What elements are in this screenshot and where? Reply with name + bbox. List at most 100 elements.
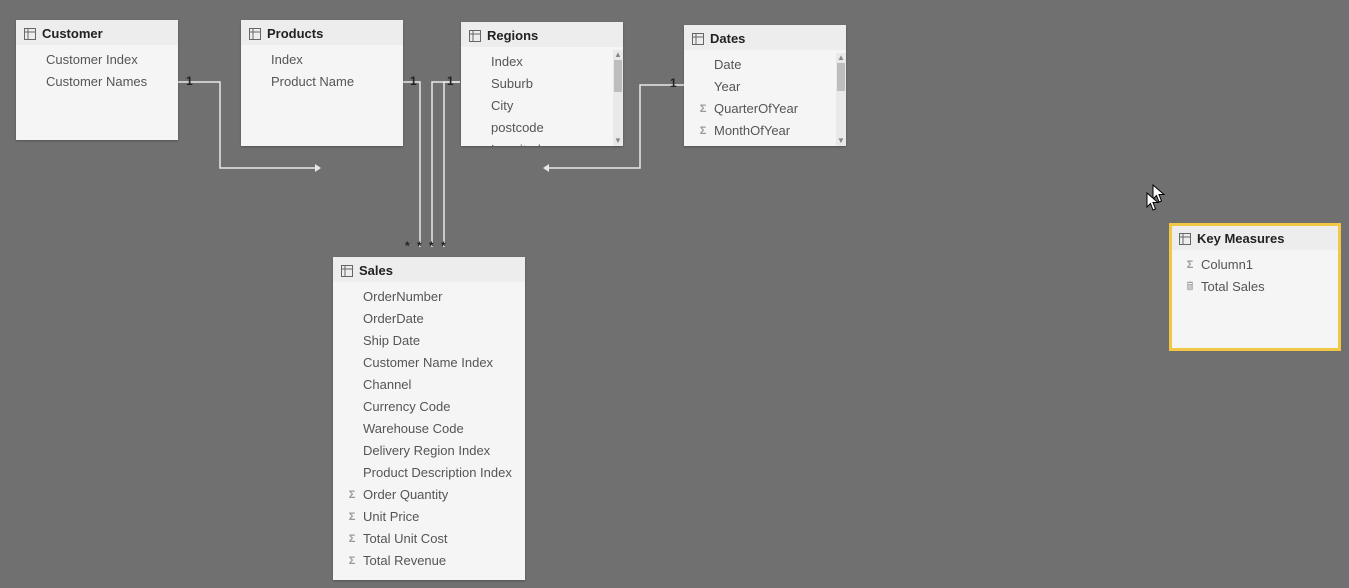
field-row[interactable]: Channel <box>333 374 525 396</box>
field-label: MonthOfYear <box>714 122 790 140</box>
field-label: Column1 <box>1201 256 1253 274</box>
field-row[interactable]: Suburb <box>461 73 623 95</box>
field-label: Unit Price <box>363 508 419 526</box>
table-sales[interactable]: Sales OrderNumber OrderDate Ship Date Custo… <box>333 257 525 580</box>
field-label: Total Revenue <box>363 552 446 570</box>
scroll-track[interactable] <box>836 63 846 136</box>
table-icon <box>341 265 353 277</box>
field-list: DateYearΣQuarterOfYearΣMonthOfYearMonthN… <box>684 50 846 146</box>
table-icon <box>249 28 261 40</box>
field-label: Customer Index <box>46 51 138 69</box>
table-header[interactable]: Customer <box>16 20 178 45</box>
cardinality-one: 1 <box>670 76 677 90</box>
table-title: Products <box>267 26 323 41</box>
field-list: Index Suburb City postcode Longitude <box>461 47 623 146</box>
field-label: Customer Name Index <box>363 354 493 372</box>
cardinality-one: 1 <box>410 74 417 88</box>
field-label: Currency Code <box>363 398 450 416</box>
table-customer[interactable]: Customer Customer Index Customer Names <box>16 20 178 140</box>
scroll-down-icon[interactable]: ▼ <box>836 136 846 146</box>
field-row[interactable]: Product Name <box>241 71 403 93</box>
field-row[interactable]: Longitude <box>461 139 623 146</box>
table-icon <box>1179 233 1191 245</box>
field-row[interactable]: Index <box>461 51 623 73</box>
field-label: Order Quantity <box>363 486 448 504</box>
cardinality-many: * <box>429 239 434 253</box>
table-key-measures[interactable]: Key Measures ΣColumn1🖩Total Sales <box>1171 225 1339 349</box>
field-row[interactable]: Index <box>241 49 403 71</box>
field-row[interactable]: Ship Date <box>333 330 525 352</box>
field-label: Total Sales <box>1201 278 1265 296</box>
cardinality-many: * <box>441 239 446 253</box>
field-label: MonthName <box>714 144 785 146</box>
table-header[interactable]: Products <box>241 20 403 45</box>
field-row[interactable]: Customer Name Index <box>333 352 525 374</box>
field-row[interactable]: OrderNumber <box>333 286 525 308</box>
table-icon <box>692 33 704 45</box>
scrollbar[interactable]: ▲ ▼ <box>836 53 846 146</box>
scrollbar[interactable]: ▲ ▼ <box>613 50 623 146</box>
calculator-icon: 🖩 <box>1183 278 1197 296</box>
field-label: Ship Date <box>363 332 420 350</box>
field-row[interactable]: City <box>461 95 623 117</box>
field-list: Customer Index Customer Names <box>16 45 178 101</box>
field-row[interactable]: Year <box>684 76 846 98</box>
field-row[interactable]: Date <box>684 54 846 76</box>
field-label: Total Unit Cost <box>363 530 448 548</box>
field-row[interactable]: ΣTotal Unit Cost <box>333 528 525 550</box>
field-list: OrderNumber OrderDate Ship Date Customer Na… <box>333 282 525 580</box>
table-header[interactable]: Key Measures <box>1171 225 1339 250</box>
sigma-icon: Σ <box>345 530 359 548</box>
field-label: Suburb <box>491 75 533 93</box>
table-icon <box>24 28 36 40</box>
sigma-icon: Σ <box>1183 256 1197 274</box>
scroll-up-icon[interactable]: ▲ <box>836 53 846 63</box>
table-products[interactable]: Products Index Product Name <box>241 20 403 146</box>
field-label: Product Name <box>271 73 354 91</box>
field-row[interactable]: Customer Names <box>16 71 178 93</box>
field-row[interactable]: postcode <box>461 117 623 139</box>
table-header[interactable]: Regions <box>461 22 623 47</box>
scroll-down-icon[interactable]: ▼ <box>613 136 623 146</box>
field-label: postcode <box>491 119 544 137</box>
scroll-thumb[interactable] <box>837 63 845 91</box>
table-title: Key Measures <box>1197 231 1284 246</box>
sigma-icon: Σ <box>345 486 359 504</box>
cursor-icon <box>1152 184 1166 204</box>
sigma-icon: Σ <box>696 122 710 140</box>
field-row[interactable]: Currency Code <box>333 396 525 418</box>
table-header[interactable]: Sales <box>333 257 525 282</box>
table-header[interactable]: Dates <box>684 25 846 50</box>
scroll-up-icon[interactable]: ▲ <box>613 50 623 60</box>
field-row[interactable]: ΣTotal Revenue <box>333 550 525 572</box>
field-row[interactable]: Delivery Region Index <box>333 440 525 462</box>
field-row[interactable]: Product Description Index <box>333 462 525 484</box>
field-row[interactable]: 🖩Total Sales <box>1171 276 1339 298</box>
table-title: Customer <box>42 26 103 41</box>
model-canvas[interactable]: { "tables": { "customer": { "title": "Cu… <box>0 0 1349 588</box>
field-label: OrderDate <box>363 310 424 328</box>
table-dates[interactable]: Dates DateYearΣQuarterOfYearΣMonthOfYear… <box>684 25 846 146</box>
scroll-track[interactable] <box>613 60 623 136</box>
table-icon <box>469 30 481 42</box>
field-list: ΣColumn1🖩Total Sales <box>1171 250 1339 306</box>
cursor-icon <box>1146 192 1160 212</box>
arrow-icon <box>543 164 549 172</box>
field-row[interactable]: ΣOrder Quantity <box>333 484 525 506</box>
scroll-thumb[interactable] <box>614 60 622 92</box>
field-row[interactable]: OrderDate <box>333 308 525 330</box>
field-label: Year <box>714 78 740 96</box>
field-label: Channel <box>363 376 411 394</box>
field-row[interactable]: Customer Index <box>16 49 178 71</box>
field-row[interactable]: MonthName <box>684 142 846 146</box>
cardinality-one: 1 <box>186 74 193 88</box>
field-label: Index <box>491 53 523 71</box>
field-label: Date <box>714 56 741 74</box>
table-regions[interactable]: Regions Index Suburb City postcode Longitude… <box>461 22 623 146</box>
field-row[interactable]: ΣUnit Price <box>333 506 525 528</box>
field-row[interactable]: Warehouse Code <box>333 418 525 440</box>
table-title: Sales <box>359 263 393 278</box>
field-row[interactable]: ΣQuarterOfYear <box>684 98 846 120</box>
field-row[interactable]: ΣColumn1 <box>1171 254 1339 276</box>
field-row[interactable]: ΣMonthOfYear <box>684 120 846 142</box>
